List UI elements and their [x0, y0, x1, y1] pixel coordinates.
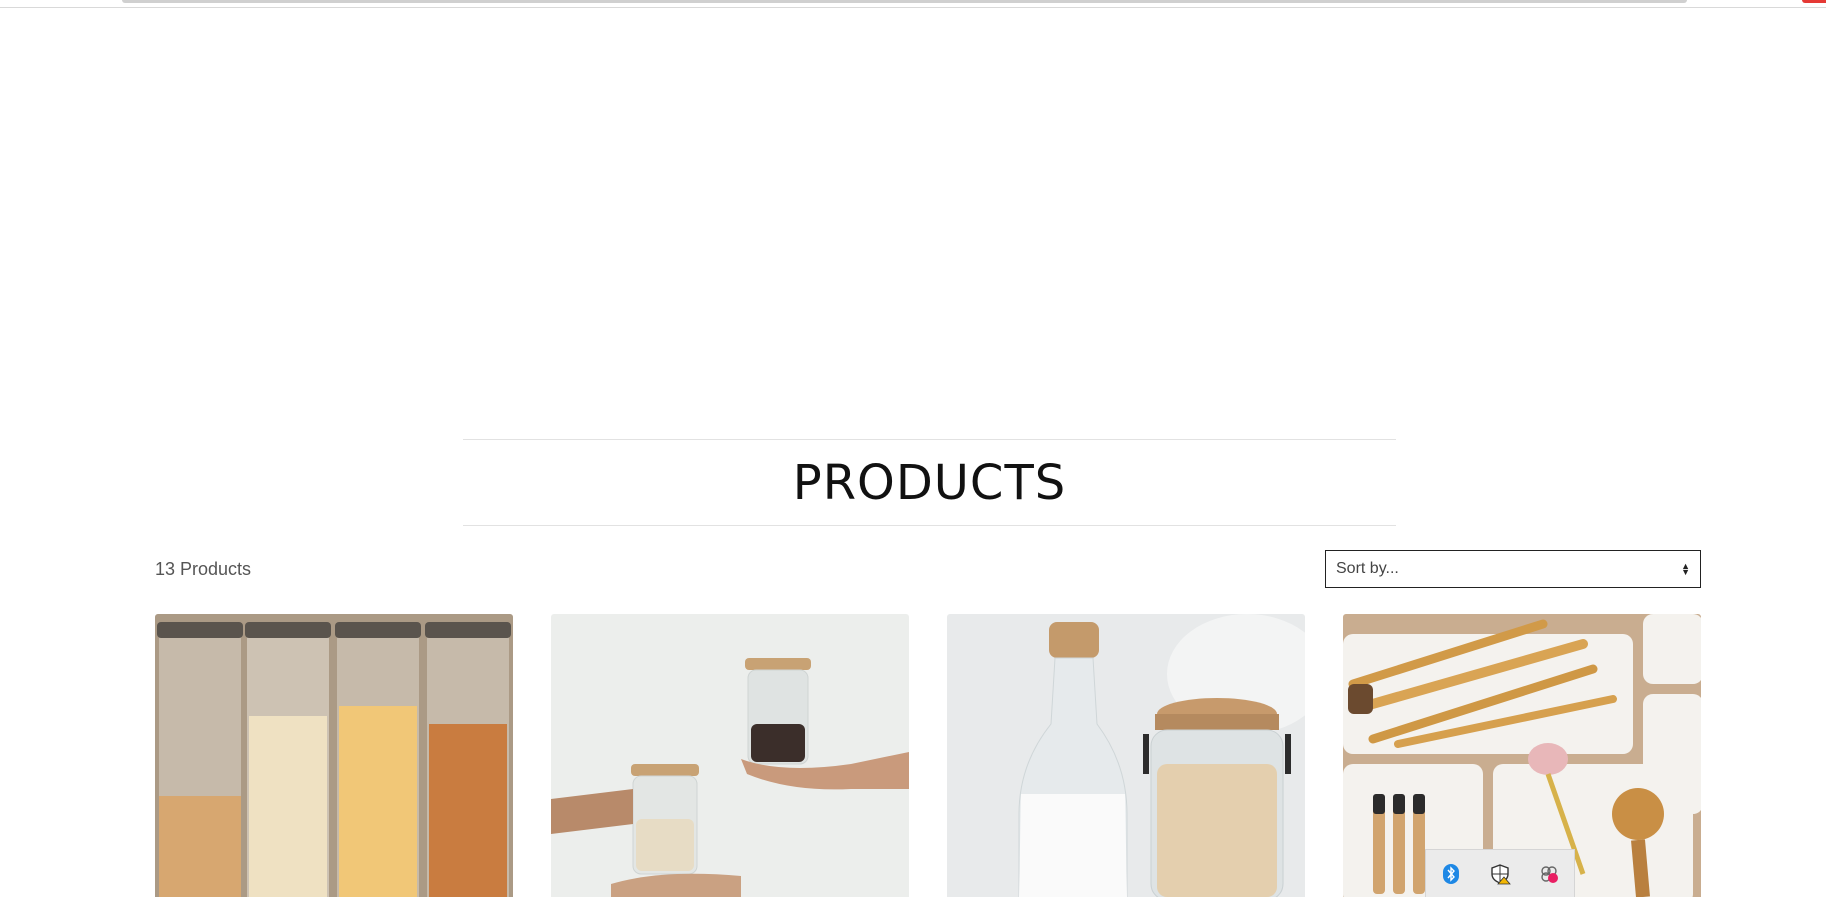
- system-tray: [1425, 849, 1575, 897]
- product-count: 13 Products: [155, 559, 252, 579]
- address-bar-edge: [122, 0, 1687, 3]
- sort-select[interactable]: Sort by... ▲ ▼: [1325, 550, 1701, 588]
- browser-indicator: [1802, 0, 1826, 3]
- sort-select-value: Sort by...: [1336, 560, 1399, 577]
- pasta-jars-image: [155, 614, 513, 897]
- app-status-icon[interactable]: [1537, 862, 1561, 886]
- security-shield-warning-icon[interactable]: [1488, 862, 1512, 886]
- bluetooth-icon[interactable]: [1439, 862, 1463, 886]
- product-card[interactable]: [947, 614, 1305, 897]
- milk-bottle-oats-jar-image: [947, 614, 1305, 897]
- product-card[interactable]: [155, 614, 513, 897]
- product-card[interactable]: [551, 614, 909, 897]
- oat-jars-hands-image: [551, 614, 909, 897]
- sort-arrows-icon: ▲ ▼: [1681, 561, 1690, 577]
- browser-edge-line: [0, 7, 1826, 8]
- page-title: PRODUCTS: [792, 454, 1067, 511]
- products-heading-block: PRODUCTS: [463, 439, 1396, 526]
